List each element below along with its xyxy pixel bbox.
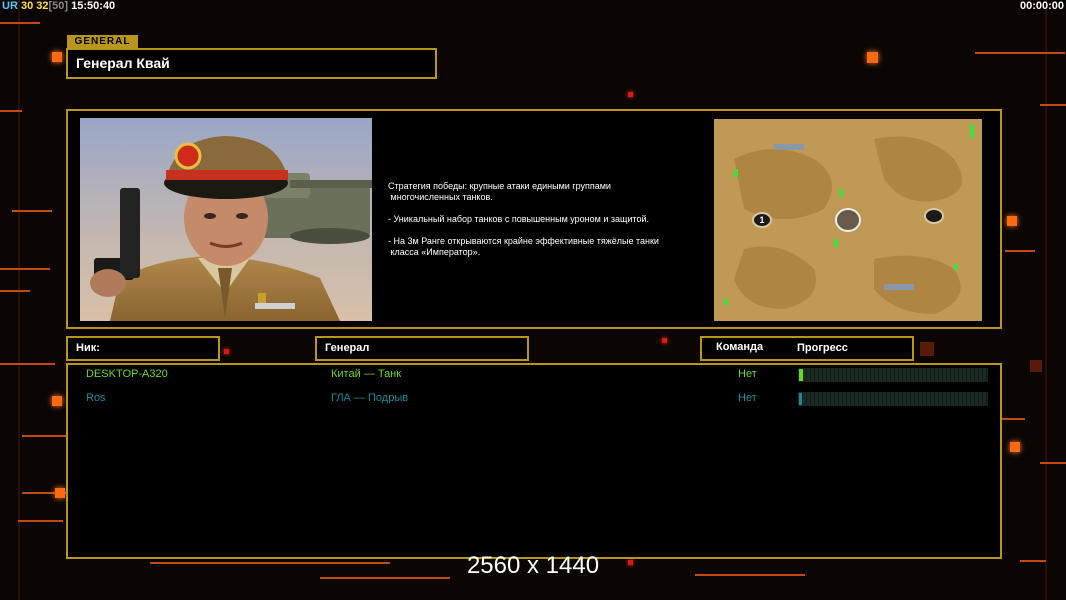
general-name: Генерал Квай	[76, 55, 170, 71]
player-progress-bar	[798, 392, 988, 406]
minimap[interactable]: 1	[704, 119, 992, 321]
description-line-1b: многочисленных танков.	[388, 192, 493, 202]
player-team[interactable]: Нет	[738, 368, 757, 380]
stat-value-3: [50]	[48, 0, 69, 12]
ur-label: UR	[2, 0, 18, 12]
column-header-team-progress: Команда Прогресс	[700, 336, 914, 361]
player-list-panel: DESKTOP-A320 Китай — Танк Нет Ros ГЛА — …	[66, 363, 1002, 559]
resolution-label: 2560 x 1440	[466, 552, 600, 579]
description-line-3: - На 3м Ранге открываются крайне эффекти…	[388, 236, 659, 246]
column-header-nick: Ник:	[66, 336, 220, 361]
general-description: Стратегия победы: крупные атаки едиными …	[388, 181, 698, 258]
status-bar: UR 30 32[50] 15:50:40	[2, 0, 115, 12]
description-line-3b: класса «Император».	[388, 247, 481, 257]
column-header-team: Команда	[716, 341, 764, 353]
description-line-1: Стратегия победы: крупные атаки едиными …	[388, 181, 611, 191]
column-header-general: Генерал	[315, 336, 529, 361]
player-general[interactable]: ГЛА — Подрыв	[331, 392, 408, 404]
column-header-progress: Прогресс	[797, 342, 848, 354]
player-nick: Ros	[86, 392, 106, 404]
general-name-box: Генерал Квай	[66, 48, 437, 79]
player-progress-fill	[799, 393, 802, 405]
player-progress-fill	[799, 369, 803, 381]
clock: 15:50:40	[71, 0, 116, 12]
player-general[interactable]: Китай — Танк	[331, 368, 401, 380]
general-tag: GENERAL	[67, 35, 138, 48]
stat-value-1: 30	[20, 0, 34, 12]
general-info-panel: Стратегия победы: крупные атаки едиными …	[66, 109, 1002, 329]
stat-value-2: 32	[36, 0, 49, 12]
player-team[interactable]: Нет	[738, 392, 757, 404]
match-timer: 00:00:00	[1019, 0, 1064, 12]
general-portrait	[80, 118, 372, 321]
player-row[interactable]: Ros ГЛА — Подрыв Нет	[68, 389, 1000, 411]
player-nick: DESKTOP-A320	[86, 368, 168, 380]
player-progress-bar	[798, 368, 988, 382]
start-position-marker[interactable]: 1	[756, 214, 768, 226]
player-row[interactable]: DESKTOP-A320 Китай — Танк Нет	[68, 365, 1000, 387]
description-line-2: - Уникальный набор танков с повышенным у…	[388, 214, 649, 224]
